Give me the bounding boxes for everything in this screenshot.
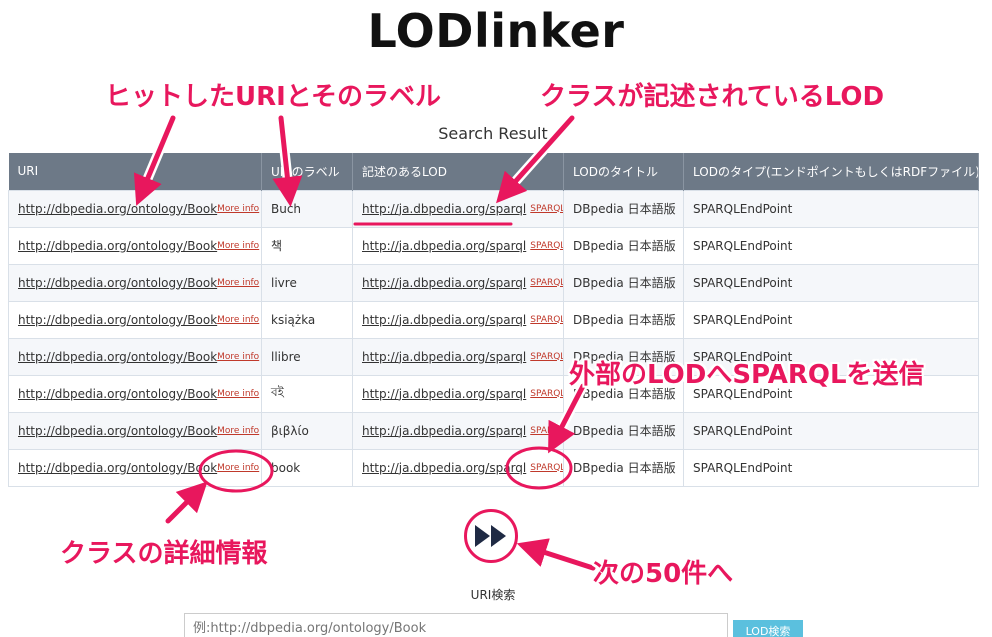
search-label: URI検索 (470, 588, 516, 602)
cell-lod-type: SPARQLEndPoint (683, 300, 979, 339)
more-info-link[interactable]: More info (217, 204, 259, 214)
annotation-hit-uri: ヒットしたURIとそのラベル (105, 82, 442, 112)
annotation-class-detail: クラスの詳細情報 (60, 539, 268, 569)
cell-label: বই (261, 374, 353, 413)
table-row: http://dbpedia.org/ontology/Book More inf… (8, 411, 979, 450)
cell-label: llibre (261, 337, 353, 376)
more-info-link[interactable]: More info (217, 463, 259, 473)
more-info-link[interactable]: More info (217, 278, 259, 288)
annotation-arrow (165, 481, 208, 524)
sparql-link[interactable]: SPARQL (530, 463, 562, 473)
cell-uri: http://dbpedia.org/ontology/Book More inf… (8, 448, 262, 487)
cell-lod: http://ja.dbpedia.org/sparql SPARQL (352, 374, 564, 413)
lod-link[interactable]: http://ja.dbpedia.org/sparql (362, 313, 526, 327)
uri-link[interactable]: http://dbpedia.org/ontology/Book (18, 350, 217, 364)
more-info-link[interactable]: More info (217, 389, 259, 399)
header-uri-label: URIのラベル (261, 153, 353, 190)
sparql-link[interactable]: SPARQL (530, 315, 562, 325)
uri-link[interactable]: http://dbpedia.org/ontology/Book (18, 276, 217, 290)
annotation-send-sparql: 外部のLODへSPARQLを送信 (569, 360, 925, 390)
cell-uri: http://dbpedia.org/ontology/Book More inf… (8, 300, 262, 339)
table-row: http://dbpedia.org/ontology/Book More inf… (8, 448, 979, 487)
cell-lod-type: SPARQLEndPoint (683, 263, 979, 302)
more-info-link[interactable]: More info (217, 426, 259, 436)
cell-label: 책 (261, 226, 353, 265)
table-header-row: URI URIのラベル 記述のあるLOD LODのタイトル LODのタイプ(エン… (8, 153, 979, 190)
cell-lod-title: DBpedia 日本語版 (563, 448, 684, 487)
cell-lod-type: SPARQLEndPoint (683, 226, 979, 265)
annotation-class-lod: クラスが記述されているLOD (540, 82, 885, 112)
cell-lod-title: DBpedia 日本語版 (563, 411, 684, 450)
sparql-link[interactable]: SPARQL (530, 389, 562, 399)
cell-lod-type: SPARQLEndPoint (683, 411, 979, 450)
cell-lod: http://ja.dbpedia.org/sparql SPARQL (352, 226, 564, 265)
cell-uri: http://dbpedia.org/ontology/Book More inf… (8, 263, 262, 302)
uri-search-input[interactable] (184, 613, 728, 637)
cell-lod-type: SPARQLEndPoint (683, 189, 979, 228)
cell-lod-title: DBpedia 日本語版 (563, 189, 684, 228)
lod-link[interactable]: http://ja.dbpedia.org/sparql (362, 239, 526, 253)
cell-uri: http://dbpedia.org/ontology/Book More inf… (8, 374, 262, 413)
more-info-link[interactable]: More info (217, 241, 259, 251)
cell-lod: http://ja.dbpedia.org/sparql SPARQL (352, 263, 564, 302)
header-lod: 記述のあるLOD (352, 153, 564, 190)
cell-lod: http://ja.dbpedia.org/sparql SPARQL (352, 448, 564, 487)
cell-lod-title: DBpedia 日本語版 (563, 300, 684, 339)
cell-lod-title: DBpedia 日本語版 (563, 263, 684, 302)
header-lod-type: LODのタイプ(エンドポイントもしくはRDFファイル) (683, 153, 979, 190)
sparql-link[interactable]: SPARQL (530, 204, 562, 214)
lod-link[interactable]: http://ja.dbpedia.org/sparql (362, 350, 526, 364)
cell-uri: http://dbpedia.org/ontology/Book More inf… (8, 226, 262, 265)
cell-lod: http://ja.dbpedia.org/sparql SPARQL (352, 300, 564, 339)
sparql-link[interactable]: SPARQL (530, 426, 562, 436)
table-row: http://dbpedia.org/ontology/Book More inf… (8, 263, 979, 302)
uri-link[interactable]: http://dbpedia.org/ontology/Book (18, 239, 217, 253)
table-row: http://dbpedia.org/ontology/Book More inf… (8, 300, 979, 339)
uri-link[interactable]: http://dbpedia.org/ontology/Book (18, 202, 217, 216)
fast-forward-icon (475, 525, 506, 547)
annotation-next-50: 次の50件へ (593, 559, 734, 589)
annotation-arrow (516, 538, 596, 571)
uri-link[interactable]: http://dbpedia.org/ontology/Book (18, 461, 217, 475)
table-row: http://dbpedia.org/ontology/Book More inf… (8, 189, 979, 228)
uri-link[interactable]: http://dbpedia.org/ontology/Book (18, 387, 217, 401)
cell-lod-title: DBpedia 日本語版 (563, 226, 684, 265)
next-page-button[interactable] (464, 509, 518, 563)
cell-label: βιβλίο (261, 411, 353, 450)
header-uri: URI (8, 153, 262, 190)
uri-link[interactable]: http://dbpedia.org/ontology/Book (18, 424, 217, 438)
table-row: http://dbpedia.org/ontology/Book More inf… (8, 226, 979, 265)
sparql-link[interactable]: SPARQL (530, 352, 562, 362)
search-result-title: Search Result (438, 124, 548, 143)
sparql-link[interactable]: SPARQL (530, 241, 562, 251)
cell-lod: http://ja.dbpedia.org/sparql SPARQL (352, 337, 564, 376)
uri-link[interactable]: http://dbpedia.org/ontology/Book (18, 313, 217, 327)
cell-lod-type: SPARQLEndPoint (683, 448, 979, 487)
cell-lod: http://ja.dbpedia.org/sparql SPARQL (352, 189, 564, 228)
lod-link[interactable]: http://ja.dbpedia.org/sparql (362, 461, 526, 475)
more-info-link[interactable]: More info (217, 352, 259, 362)
cell-uri: http://dbpedia.org/ontology/Book More inf… (8, 411, 262, 450)
cell-label: book (261, 448, 353, 487)
lod-link[interactable]: http://ja.dbpedia.org/sparql (362, 387, 526, 401)
sparql-link[interactable]: SPARQL (530, 278, 562, 288)
more-info-link[interactable]: More info (217, 315, 259, 325)
app-title: LODlinker (367, 4, 625, 58)
cell-uri: http://dbpedia.org/ontology/Book More inf… (8, 189, 262, 228)
results-table: URI URIのラベル 記述のあるLOD LODのタイトル LODのタイプ(エン… (8, 153, 979, 487)
lod-link[interactable]: http://ja.dbpedia.org/sparql (362, 202, 526, 216)
cell-uri: http://dbpedia.org/ontology/Book More inf… (8, 337, 262, 376)
cell-label: książka (261, 300, 353, 339)
cell-label: Buch (261, 189, 353, 228)
lod-link[interactable]: http://ja.dbpedia.org/sparql (362, 424, 526, 438)
cell-lod: http://ja.dbpedia.org/sparql SPARQL (352, 411, 564, 450)
cell-label: livre (261, 263, 353, 302)
header-lod-title: LODのタイトル (563, 153, 684, 190)
lod-link[interactable]: http://ja.dbpedia.org/sparql (362, 276, 526, 290)
lod-search-button[interactable]: LOD検索 (733, 620, 803, 637)
